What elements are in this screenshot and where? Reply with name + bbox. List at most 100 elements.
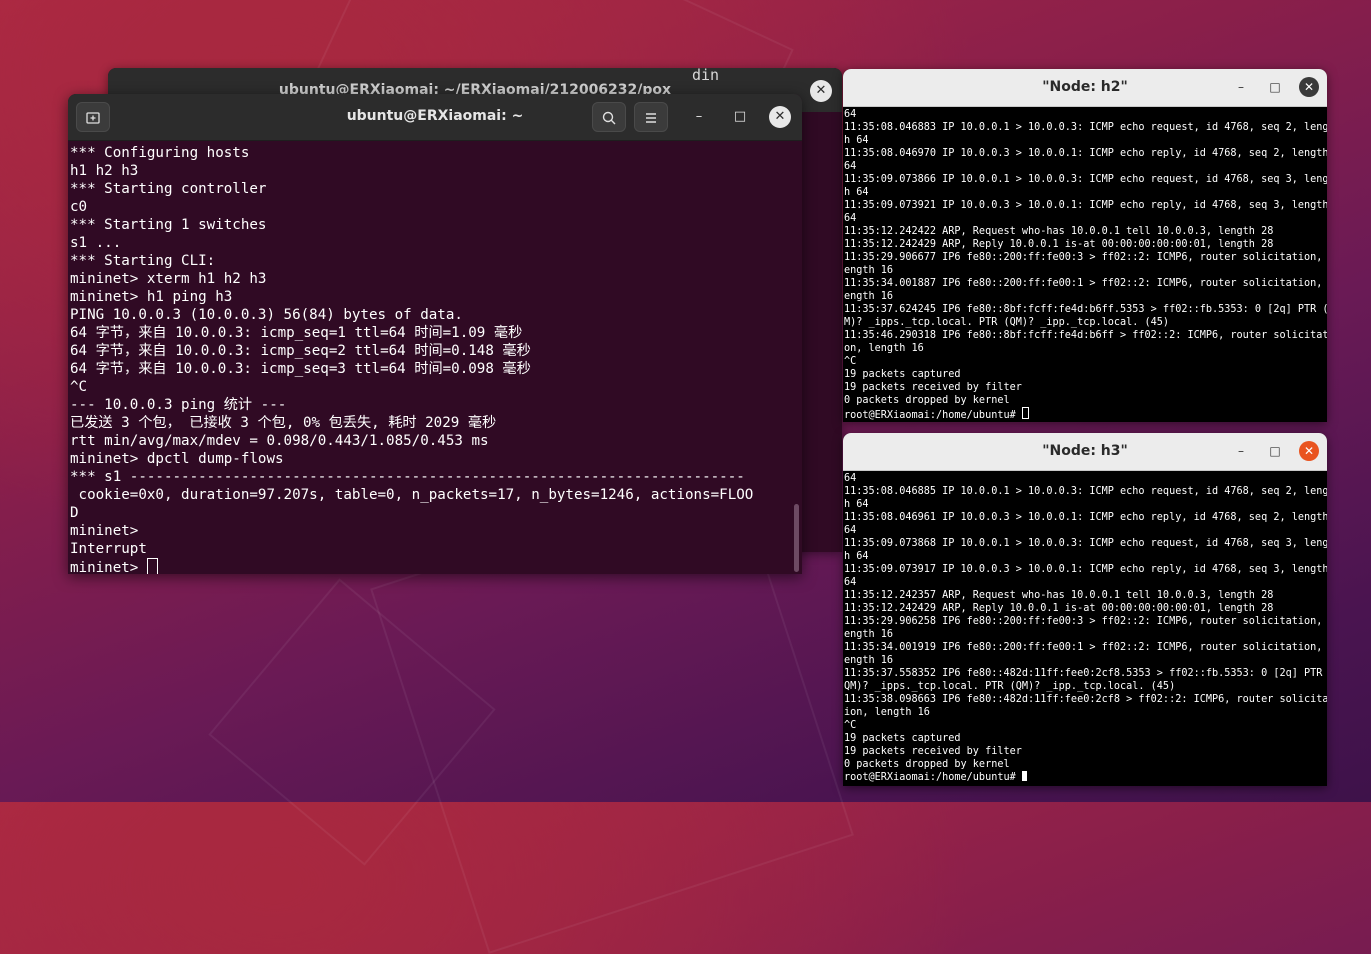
close-icon[interactable]: ✕ [810, 80, 832, 102]
terminal-line: 19 packets captured [844, 368, 1327, 381]
terminal-line: 64 字节，来自 10.0.0.3: icmp_seq=3 ttl=64 时间=… [70, 360, 798, 378]
terminal-line-text: root@ERXiaomai:/home/ubuntu# [844, 772, 1022, 783]
terminal-line: 11:35:08.046883 IP 10.0.0.1 > 10.0.0.3: … [844, 121, 1327, 134]
terminal-line: ^C [70, 378, 798, 396]
minimize-icon[interactable]: – [1231, 441, 1251, 461]
terminal-line: ength 16 [844, 290, 1327, 303]
terminal-line-text: c0 [70, 199, 88, 215]
terminal-line: 11:35:12.242422 ARP, Request who-has 10.… [844, 225, 1327, 238]
terminal-line: 11:35:12.242357 ARP, Request who-has 10.… [844, 589, 1327, 602]
maximize-icon[interactable]: □ [729, 106, 751, 128]
close-icon[interactable]: ✕ [1299, 77, 1319, 97]
terminal-line: ^C [844, 719, 1327, 732]
terminal-line-text: QM)? _ipps._tcp.local. PTR (QM)? _ipp._t… [844, 681, 1176, 692]
terminal-line: on, length 16 [844, 342, 1327, 355]
terminal-line-text: 已发送 3 个包， 已接收 3 个包, 0% 包丢失, 耗时 2029 毫秒 [70, 415, 497, 431]
xterm-h3-title: "Node: h3" [1042, 443, 1128, 459]
back-terminal-text-fragment: din [692, 66, 720, 84]
terminal-line: 11:35:29.906258 IP6 fe80::200:ff:fe00:3 … [844, 615, 1327, 628]
terminal-line-text: 11:35:12.242422 ARP, Request who-has 10.… [844, 226, 1274, 237]
terminal-line: h1 h2 h3 [70, 162, 798, 180]
terminal-line-text: ^C [70, 379, 88, 395]
close-icon[interactable]: ✕ [769, 106, 791, 128]
terminal-line-text: 64 [844, 525, 857, 536]
terminal-line: 19 packets received by filter [844, 381, 1327, 394]
terminal-line-text: 11:35:29.906258 IP6 fe80::200:ff:fe00:3 … [844, 616, 1327, 627]
terminal-output[interactable]: *** Configuring hosts h1 h2 h3 *** Startin… [70, 144, 798, 574]
xterm-h3-titlebar[interactable]: "Node: h3" – □ ✕ [843, 433, 1327, 471]
terminal-line: 11:35:38.098663 IP6 fe80::482d:11ff:fee0… [844, 693, 1327, 706]
terminal-line: --- 10.0.0.3 ping 统计 --- [70, 396, 798, 414]
terminal-line-text: 11:35:09.073921 IP 10.0.0.3 > 10.0.0.1: … [844, 200, 1327, 211]
terminal-line-text: cookie=0x0, duration=97.207s, table=0, n… [70, 487, 754, 503]
terminal-line: 11:35:12.242429 ARP, Reply 10.0.0.1 is-a… [844, 602, 1327, 615]
terminal-line: 11:35:09.073921 IP 10.0.0.3 > 10.0.0.1: … [844, 199, 1327, 212]
terminal-line: *** Starting CLI: [70, 252, 798, 270]
xterm-node-h2-window[interactable]: "Node: h2" – □ ✕ 64 11:35:08.046883 IP 10… [843, 69, 1327, 422]
terminal-line-text: h 64 [844, 551, 869, 562]
terminal-line: 11:35:12.242429 ARP, Reply 10.0.0.1 is-a… [844, 238, 1327, 251]
terminal-line-text: --- 10.0.0.3 ping 统计 --- [70, 397, 287, 413]
terminal-line-text: ength 16 [844, 629, 894, 640]
terminal-line-text: Interrupt [70, 541, 147, 557]
terminal-line-text: h 64 [844, 187, 869, 198]
xterm-h3-output[interactable]: 64 11:35:08.046885 IP 10.0.0.1 > 10.0.0.3… [844, 472, 1327, 786]
text-cursor [1021, 771, 1027, 781]
terminal-line-text: mininet> [70, 523, 139, 539]
search-icon [602, 111, 616, 125]
terminal-line-text: h 64 [844, 135, 869, 146]
terminal-line: *** Starting 1 switches [70, 216, 798, 234]
terminal-line: mininet> [70, 558, 798, 574]
terminal-line-text: 11:35:09.073868 IP 10.0.0.1 > 10.0.0.3: … [844, 538, 1327, 549]
terminal-line: 64 字节，来自 10.0.0.3: icmp_seq=1 ttl=64 时间=… [70, 324, 798, 342]
terminal-line: h 64 [844, 134, 1327, 147]
terminal-line: QM)? _ipps._tcp.local. PTR (QM)? _ipp._t… [844, 680, 1327, 693]
xterm-node-h3-window[interactable]: "Node: h3" – □ ✕ 64 11:35:08.046885 IP 10… [843, 433, 1327, 786]
maximize-icon[interactable]: □ [1265, 441, 1285, 461]
text-cursor [1021, 407, 1029, 419]
xterm-h2-titlebar[interactable]: "Node: h2" – □ ✕ [843, 69, 1327, 107]
terminal-line: 11:35:09.073868 IP 10.0.0.1 > 10.0.0.3: … [844, 537, 1327, 550]
close-icon[interactable]: ✕ [1299, 441, 1319, 461]
terminal-line-text: D [70, 505, 79, 521]
terminal-line-text: 11:35:08.046961 IP 10.0.0.3 > 10.0.0.1: … [844, 512, 1327, 523]
terminal-line: 11:35:46.290318 IP6 fe80::8bf:fcff:fe4d:… [844, 329, 1327, 342]
terminal-line-text: *** Configuring hosts [70, 145, 250, 161]
terminal-line: 11:35:37.624245 IP6 fe80::8bf:fcff:fe4d:… [844, 303, 1327, 316]
terminal-line-text: 19 packets received by filter [844, 382, 1022, 393]
minimize-icon[interactable]: – [1231, 77, 1251, 97]
xterm-h2-output[interactable]: 64 11:35:08.046883 IP 10.0.0.1 > 10.0.0.3… [844, 108, 1327, 422]
terminal-line: 11:35:34.001919 IP6 fe80::200:ff:fe00:1 … [844, 641, 1327, 654]
main-terminal-titlebar[interactable]: ubuntu@ERXiaomai: ~ – □ ✕ [68, 94, 802, 141]
terminal-line-text: ength 16 [844, 291, 894, 302]
minimize-icon[interactable]: – [688, 106, 710, 128]
terminal-line: cookie=0x0, duration=97.207s, table=0, n… [70, 486, 798, 504]
scrollbar[interactable] [794, 504, 799, 572]
terminal-line-text: *** Starting 1 switches [70, 217, 267, 233]
terminal-line-text: 64 字节，来自 10.0.0.3: icmp_seq=1 ttl=64 时间=… [70, 325, 523, 341]
terminal-line: root@ERXiaomai:/home/ubuntu# [844, 771, 1327, 784]
xterm-h2-title: "Node: h2" [1042, 79, 1128, 95]
terminal-line-text: mininet> dpctl dump-flows [70, 451, 284, 467]
search-button[interactable] [592, 102, 626, 132]
terminal-line-text: 11:35:37.558352 IP6 fe80::482d:11ff:fee0… [844, 668, 1327, 679]
terminal-line-text: 11:35:12.242429 ARP, Reply 10.0.0.1 is-a… [844, 603, 1274, 614]
terminal-line: ion, length 16 [844, 706, 1327, 719]
terminal-line: h 64 [844, 498, 1327, 511]
terminal-line-text: 19 packets captured [844, 733, 961, 744]
terminal-line-text: 11:35:34.001919 IP6 fe80::200:ff:fe00:1 … [844, 642, 1327, 653]
main-terminal-window[interactable]: ubuntu@ERXiaomai: ~ – □ ✕ *** Configurin… [68, 94, 802, 574]
terminal-line: 19 packets received by filter [844, 745, 1327, 758]
terminal-line-text: on, length 16 [844, 343, 924, 354]
terminal-line-text: 19 packets captured [844, 369, 961, 380]
terminal-line: ength 16 [844, 654, 1327, 667]
terminal-line: 19 packets captured [844, 732, 1327, 745]
terminal-line: mininet> h1 ping h3 [70, 288, 798, 306]
terminal-line: 64 [844, 160, 1327, 173]
terminal-line-text: ^C [844, 356, 857, 367]
terminal-line-text: h 64 [844, 499, 869, 510]
maximize-icon[interactable]: □ [1265, 77, 1285, 97]
menu-button[interactable] [634, 102, 668, 132]
terminal-line: 11:35:08.046970 IP 10.0.0.3 > 10.0.0.1: … [844, 147, 1327, 160]
terminal-line: 64 [844, 472, 1327, 485]
